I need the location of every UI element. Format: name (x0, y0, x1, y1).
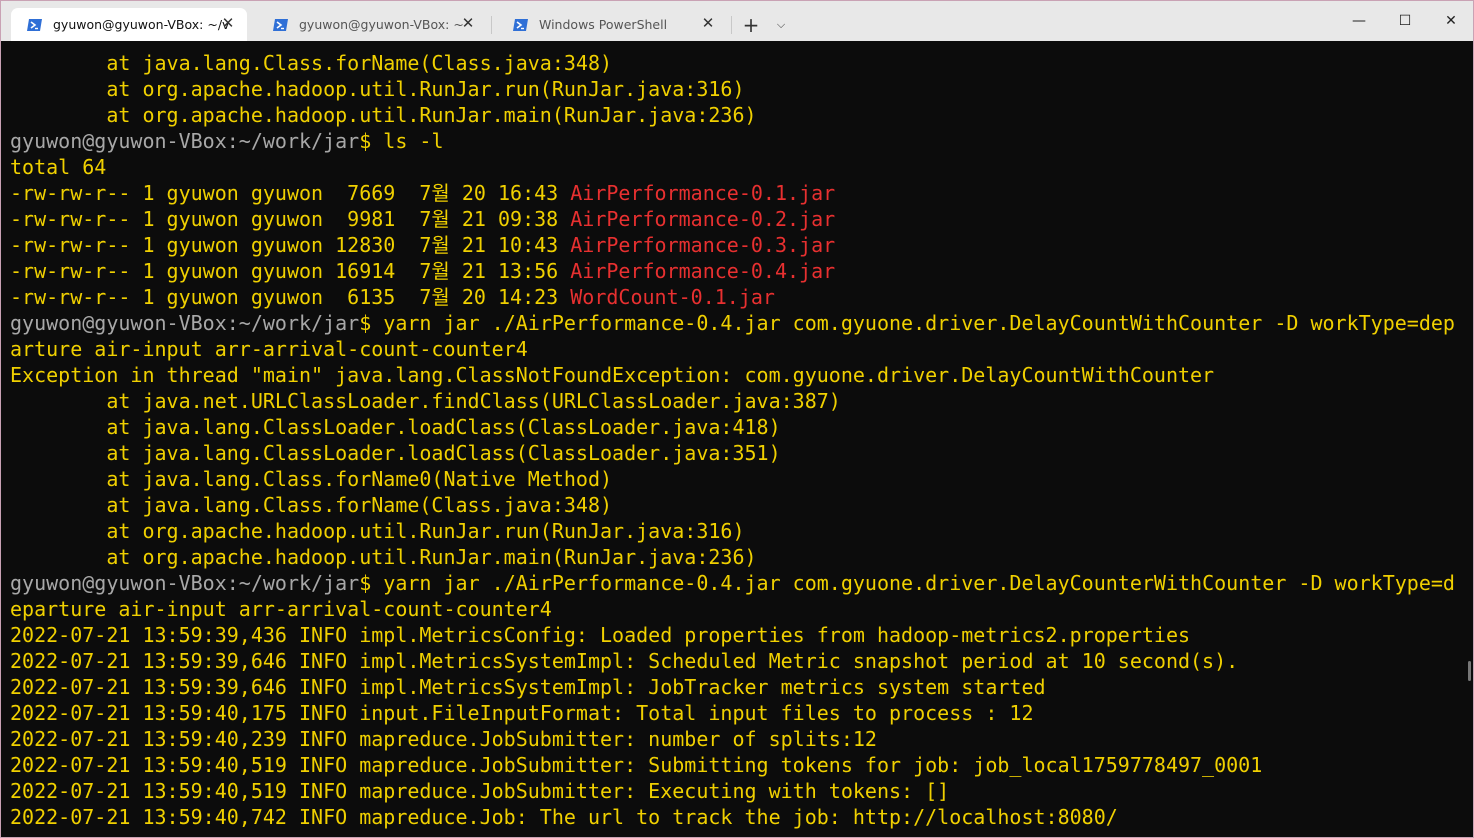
terminal-line: gyuwon@gyuwon-VBox:~/work/jar$ ls -l (10, 128, 1473, 154)
powershell-icon (513, 18, 528, 31)
output-text: Exception in thread "main" java.lang.Cla… (10, 363, 1215, 387)
output-text: at org.apache.hadoop.util.RunJar.main(Ru… (10, 545, 757, 569)
output-text: -rw-rw-r-- 1 gyuwon gyuwon 12830 7월 21 1… (10, 233, 571, 257)
output-text: at java.lang.Class.forName(Class.java:34… (10, 51, 613, 75)
terminal-line: at java.lang.Class.forName(Class.java:34… (10, 492, 1473, 518)
output-text: at org.apache.hadoop.util.RunJar.main(Ru… (10, 103, 757, 127)
terminal-line: arture air-input arr-arrival-count-count… (10, 336, 1473, 362)
terminal-line: -rw-rw-r-- 1 gyuwon gyuwon 7669 7월 20 16… (10, 180, 1473, 206)
output-text: at java.lang.Class.forName(Class.java:34… (10, 493, 613, 517)
command-text: $ yarn jar ./AirPerformance-0.4.jar com.… (359, 571, 1455, 595)
command-text: $ ls -l (359, 129, 444, 153)
output-text: 2022-07-21 13:59:40,175 INFO input.FileI… (10, 701, 1034, 725)
powershell-icon (273, 18, 288, 31)
terminal-line: total 64 (10, 154, 1473, 180)
shell-prompt: gyuwon@gyuwon-VBox:~/work/jar (10, 571, 360, 595)
tab-gyuwon-home[interactable]: gyuwon@gyuwon-VBox: ~ ✕ (257, 8, 487, 41)
scrollbar[interactable] (1468, 661, 1471, 681)
terminal-line: at org.apache.hadoop.util.RunJar.main(Ru… (10, 102, 1473, 128)
terminal-line: at org.apache.hadoop.util.RunJar.run(Run… (10, 518, 1473, 544)
output-text: 2022-07-21 13:59:40,742 INFO mapreduce.J… (10, 805, 1118, 829)
tab-title: gyuwon@gyuwon-VBox: ~ (299, 17, 464, 32)
output-text: -rw-rw-r-- 1 gyuwon gyuwon 16914 7월 21 1… (10, 259, 571, 283)
close-window-button[interactable]: ✕ (1441, 11, 1461, 31)
tab-bar: gyuwon@gyuwon-VBox: ~/v ✕ gyuwon@gyuwon-… (1, 1, 1473, 41)
jar-file-name: WordCount-0.1.jar (570, 285, 775, 309)
output-text: 2022-07-21 13:59:39,646 INFO impl.Metric… (10, 649, 1239, 673)
terminal-line: 2022-07-21 13:59:40,175 INFO input.FileI… (10, 700, 1473, 726)
close-tab-icon[interactable]: ✕ (461, 16, 475, 31)
terminal-window: gyuwon@gyuwon-VBox: ~/v ✕ gyuwon@gyuwon-… (0, 0, 1474, 838)
output-text: arture air-input arr-arrival-count-count… (10, 337, 528, 361)
tab-separator (491, 16, 492, 34)
terminal-line: -rw-rw-r-- 1 gyuwon gyuwon 6135 7월 20 14… (10, 284, 1473, 310)
output-text: at java.lang.ClassLoader.loadClass(Class… (10, 441, 781, 465)
output-text: at org.apache.hadoop.util.RunJar.run(Run… (10, 519, 745, 543)
terminal-line: 2022-07-21 13:59:40,519 INFO mapreduce.J… (10, 778, 1473, 804)
shell-prompt: gyuwon@gyuwon-VBox:~/work/jar (10, 311, 360, 335)
output-text: total 64 (10, 155, 107, 179)
jar-file-name: AirPerformance-0.1.jar (570, 181, 836, 205)
terminal-output[interactable]: at java.lang.Class.forName(Class.java:34… (10, 50, 1473, 837)
tab-title: gyuwon@gyuwon-VBox: ~/v (53, 17, 230, 32)
tab-separator (731, 16, 732, 34)
output-text: at java.lang.ClassLoader.loadClass(Class… (10, 415, 781, 439)
output-text: 2022-07-21 13:59:39,436 INFO impl.Metric… (10, 623, 1191, 647)
terminal-line: eparture air-input arr-arrival-count-cou… (10, 596, 1473, 622)
output-text: 2022-07-21 13:59:40,239 INFO mapreduce.J… (10, 727, 877, 751)
output-text: -rw-rw-r-- 1 gyuwon gyuwon 7669 7월 20 16… (10, 181, 571, 205)
terminal-line: 2022-07-21 13:59:40,742 INFO mapreduce.J… (10, 804, 1473, 830)
terminal-line: at java.lang.ClassLoader.loadClass(Class… (10, 440, 1473, 466)
output-text: at org.apache.hadoop.util.RunJar.run(Run… (10, 77, 745, 101)
tab-title: Windows PowerShell (539, 17, 668, 32)
output-text: at java.net.URLClassLoader.findClass(URL… (10, 389, 841, 413)
terminal-line: at java.lang.ClassLoader.loadClass(Class… (10, 414, 1473, 440)
jar-file-name: AirPerformance-0.2.jar (570, 207, 836, 231)
terminal-line: at org.apache.hadoop.util.RunJar.run(Run… (10, 76, 1473, 102)
terminal-line: -rw-rw-r-- 1 gyuwon gyuwon 12830 7월 21 1… (10, 232, 1473, 258)
shell-prompt: gyuwon@gyuwon-VBox:~/work/jar (10, 129, 360, 153)
terminal-line: at org.apache.hadoop.util.RunJar.main(Ru… (10, 544, 1473, 570)
jar-file-name: AirPerformance-0.3.jar (570, 233, 836, 257)
terminal-line: gyuwon@gyuwon-VBox:~/work/jar$ yarn jar … (10, 310, 1473, 336)
terminal-line: -rw-rw-r-- 1 gyuwon gyuwon 9981 7월 21 09… (10, 206, 1473, 232)
terminal-line: 2022-07-21 13:59:40,239 INFO mapreduce.J… (10, 726, 1473, 752)
terminal-line: 2022-07-21 13:59:39,646 INFO impl.Metric… (10, 674, 1473, 700)
output-text: -rw-rw-r-- 1 gyuwon gyuwon 9981 7월 21 09… (10, 207, 571, 231)
terminal-line: gyuwon@gyuwon-VBox:~/work/jar$ yarn jar … (10, 570, 1473, 596)
terminal-line: 2022-07-21 13:59:39,436 INFO impl.Metric… (10, 622, 1473, 648)
output-text: 2022-07-21 13:59:39,646 INFO impl.Metric… (10, 675, 1046, 699)
output-text: at java.lang.Class.forName0(Native Metho… (10, 467, 613, 491)
tab-gyuwon-work[interactable]: gyuwon@gyuwon-VBox: ~/v ✕ (11, 8, 247, 41)
close-tab-icon[interactable]: ✕ (701, 16, 715, 31)
minimize-button[interactable]: — (1349, 11, 1369, 31)
close-tab-icon[interactable]: ✕ (221, 16, 235, 31)
output-text: 2022-07-21 13:59:40,519 INFO mapreduce.J… (10, 779, 950, 803)
jar-file-name: AirPerformance-0.4.jar (570, 259, 836, 283)
terminal-line: -rw-rw-r-- 1 gyuwon gyuwon 16914 7월 21 1… (10, 258, 1473, 284)
new-tab-button[interactable]: + (741, 15, 761, 35)
output-text: -rw-rw-r-- 1 gyuwon gyuwon 6135 7월 20 14… (10, 285, 571, 309)
terminal-line: 2022-07-21 13:59:39,646 INFO impl.Metric… (10, 648, 1473, 674)
chevron-down-icon[interactable]: ⌵ (773, 16, 789, 34)
maximize-button[interactable]: ☐ (1395, 11, 1415, 31)
output-text: eparture air-input arr-arrival-count-cou… (10, 597, 552, 621)
terminal-line: Exception in thread "main" java.lang.Cla… (10, 362, 1473, 388)
terminal-line: at java.lang.Class.forName0(Native Metho… (10, 466, 1473, 492)
powershell-icon (27, 18, 42, 31)
output-text: 2022-07-21 13:59:40,519 INFO mapreduce.J… (10, 753, 1263, 777)
terminal-line: 2022-07-21 13:59:40,519 INFO mapreduce.J… (10, 752, 1473, 778)
command-text: $ yarn jar ./AirPerformance-0.4.jar com.… (359, 311, 1455, 335)
tab-windows-powershell[interactable]: Windows PowerShell ✕ (497, 8, 727, 41)
terminal-line: at java.net.URLClassLoader.findClass(URL… (10, 388, 1473, 414)
terminal-line: at java.lang.Class.forName(Class.java:34… (10, 50, 1473, 76)
